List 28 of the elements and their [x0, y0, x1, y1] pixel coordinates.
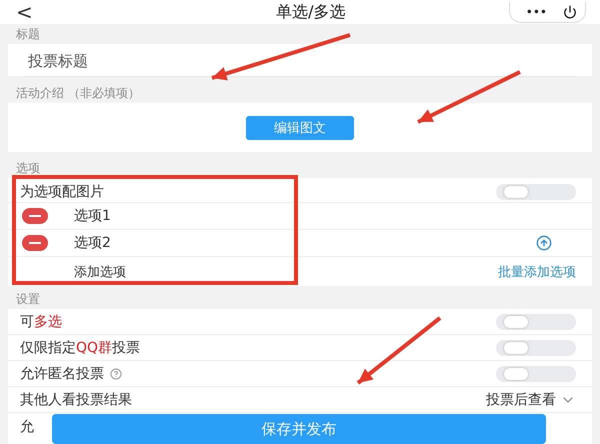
help-icon[interactable]: [110, 368, 122, 380]
page-title: 单选/多选: [276, 2, 346, 22]
add-option-link[interactable]: 添加选项: [74, 262, 126, 280]
move-up-icon[interactable]: [536, 235, 552, 251]
result-visibility-select[interactable]: 投票后查看: [486, 390, 576, 408]
section-label: 标题: [16, 26, 40, 43]
toggle-switch[interactable]: [496, 340, 576, 356]
power-icon[interactable]: [562, 4, 577, 18]
toggle-label: 为选项配图片: [20, 182, 104, 200]
setting-label: 其他人看投票结果: [20, 390, 132, 408]
more-button[interactable]: •••: [518, 4, 555, 18]
setting-label: 允: [20, 418, 34, 436]
remove-button[interactable]: [22, 208, 48, 224]
option-label: 选项1: [74, 207, 112, 225]
bulk-add-link[interactable]: 批量添加选项: [498, 262, 576, 280]
back-button[interactable]: <: [16, 1, 33, 23]
setting-label: 允许匿名投票: [20, 364, 104, 382]
setting-label: 可多选: [20, 312, 62, 330]
section-label: 选项: [16, 160, 40, 177]
option-label: 选项2: [74, 234, 112, 252]
title-input[interactable]: 投票标题: [8, 44, 592, 76]
section-label: 活动介绍 （非必填项）: [16, 85, 140, 102]
toggle-switch[interactable]: [496, 366, 576, 382]
toggle-switch[interactable]: [496, 184, 576, 200]
setting-label: 仅限指定QQ群投票: [20, 338, 140, 356]
toggle-switch[interactable]: [496, 314, 576, 330]
remove-button[interactable]: [22, 235, 48, 251]
section-label: 设置: [16, 291, 40, 308]
